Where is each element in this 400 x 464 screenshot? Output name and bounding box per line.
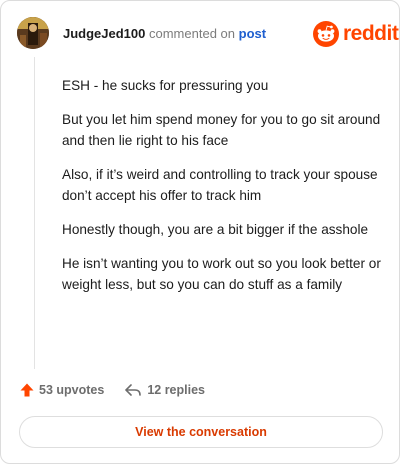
action-text: commented on xyxy=(149,26,235,41)
comment-paragraph: Also, if it’s weird and controlling to t… xyxy=(62,167,378,203)
comment-meta: 53 upvotes 12 replies xyxy=(19,382,205,398)
comment-header: JudgeJed100 commented on post xyxy=(63,26,266,41)
comment-body: ESH - he sucks for pressuring you But yo… xyxy=(62,75,382,308)
embed-card: JudgeJed100 commented on post reddit ESH… xyxy=(0,0,400,464)
reddit-snoo-icon xyxy=(313,21,339,47)
thread-line xyxy=(34,57,35,369)
reply-count: 12 replies xyxy=(147,383,205,397)
reply-arrow-icon xyxy=(125,384,142,396)
comment-paragraph: But you let him spend money for you to g… xyxy=(62,112,381,148)
comment-paragraph: Honestly though, you are a bit bigger if… xyxy=(62,222,369,237)
avatar[interactable] xyxy=(17,17,49,49)
avatar-image-icon xyxy=(17,17,49,49)
reddit-wordmark: reddit xyxy=(343,22,399,45)
comment-paragraph: ESH - he sucks for pressuring you xyxy=(62,78,269,93)
upvote-count: 53 upvotes xyxy=(39,383,105,397)
username-link[interactable]: JudgeJed100 xyxy=(63,26,145,41)
post-link[interactable]: post xyxy=(239,26,266,41)
upvote-group[interactable]: 53 upvotes xyxy=(19,382,104,398)
replies-group[interactable]: 12 replies xyxy=(124,382,205,398)
view-conversation-button[interactable]: View the conversation xyxy=(19,416,383,448)
upvote-arrow-icon xyxy=(20,383,34,397)
reddit-logo[interactable]: reddit xyxy=(313,20,399,48)
comment-paragraph: He isn’t wanting you to work out so you … xyxy=(62,256,381,292)
